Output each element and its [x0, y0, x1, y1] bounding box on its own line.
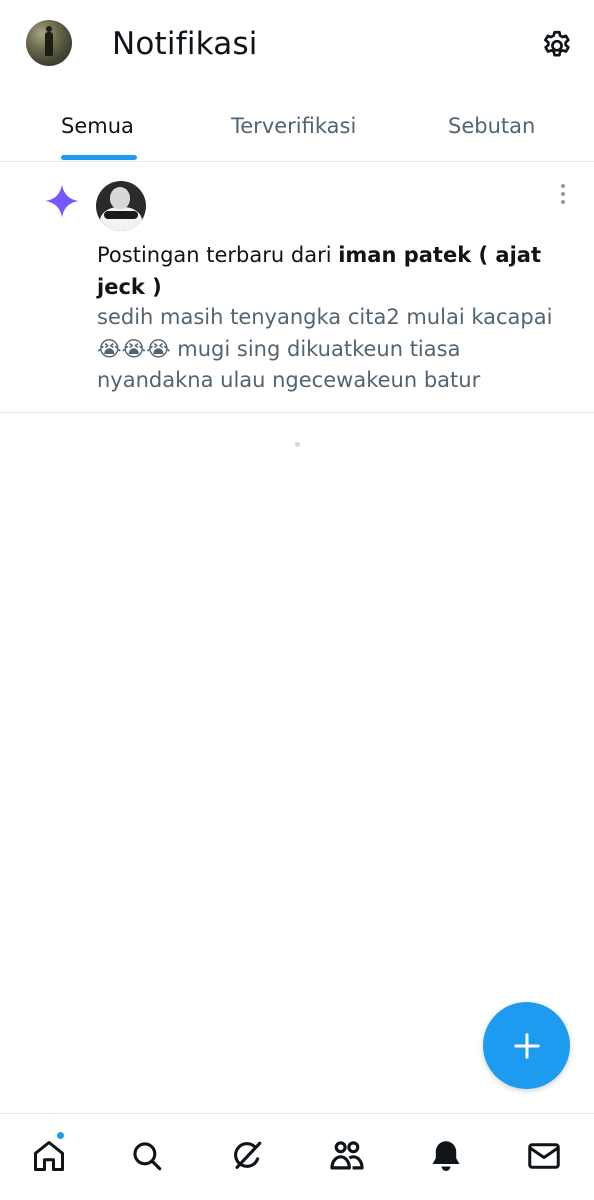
- nav-communities[interactable]: [327, 1136, 367, 1176]
- settings-button[interactable]: [538, 25, 576, 63]
- home-icon: [34, 1141, 64, 1171]
- page-title: Notifikasi: [112, 26, 258, 62]
- nav-search[interactable]: [127, 1136, 167, 1176]
- more-options-button[interactable]: [553, 181, 573, 207]
- notification-item[interactable]: Postingan terbaru dari iman patek ( ajat…: [0, 163, 594, 413]
- tab-verified[interactable]: Terverifikasi: [231, 114, 356, 138]
- notification-title-prefix: Postingan terbaru dari: [97, 243, 339, 267]
- post-preview-text: sedih masih tenyangka cita2 mulai kacapa…: [97, 305, 553, 392]
- bottom-navigation: [0, 1113, 594, 1200]
- gear-icon: [544, 30, 570, 57]
- nav-grok[interactable]: [227, 1136, 267, 1176]
- active-tab-indicator: [61, 155, 137, 160]
- mail-icon: [528, 1143, 560, 1169]
- tab-mentions[interactable]: Sebutan: [448, 114, 535, 138]
- nav-messages[interactable]: [524, 1136, 564, 1176]
- top-bar: Notifikasi: [0, 0, 594, 92]
- compose-button[interactable]: [483, 1002, 570, 1089]
- sparkle-icon: [45, 184, 79, 218]
- communities-icon: [330, 1141, 364, 1170]
- notification-tabs: Semua Terverifikasi Sebutan: [0, 96, 594, 162]
- notification-title: Postingan terbaru dari iman patek ( ajat…: [97, 239, 557, 303]
- nav-home[interactable]: [29, 1136, 69, 1176]
- grok-icon: [234, 1141, 262, 1169]
- profile-avatar[interactable]: [26, 20, 72, 66]
- home-notification-badge: [56, 1131, 65, 1140]
- bell-icon: [432, 1141, 460, 1171]
- author-avatar[interactable]: [96, 181, 146, 231]
- plus-icon: [513, 1032, 540, 1059]
- search-icon: [133, 1142, 162, 1171]
- loading-indicator: [295, 442, 300, 447]
- tab-all[interactable]: Semua: [61, 114, 134, 138]
- nav-notifications[interactable]: [426, 1136, 466, 1176]
